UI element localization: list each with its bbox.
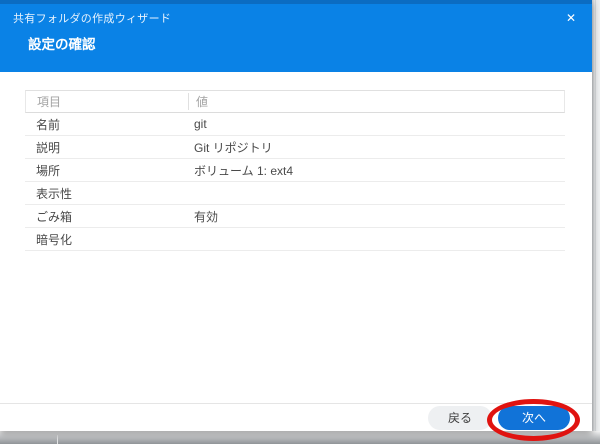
row-value: ボリューム 1: ext4 (194, 163, 293, 178)
table-row: 表示性 (25, 182, 565, 205)
table-row: 説明 Git リポジトリ (25, 136, 565, 159)
row-label: 表示性 (36, 186, 73, 201)
row-label: ごみ箱 (36, 209, 73, 224)
column-header-value: 値 (196, 95, 209, 109)
column-header-item: 項目 (26, 93, 189, 110)
row-label: 暗号化 (36, 232, 73, 247)
row-label: 名前 (36, 117, 61, 132)
step-title: 設定の確認 (28, 37, 96, 52)
close-icon[interactable]: ✕ (563, 10, 579, 26)
row-label: 場所 (36, 163, 61, 178)
dialog-title: 共有フォルダの作成ウィザード (13, 13, 172, 25)
table-row: 名前 git (25, 113, 565, 136)
background-page-right-edge (592, 0, 600, 444)
row-value: git (194, 117, 207, 131)
table-row: 場所 ボリューム 1: ext4 (25, 159, 565, 182)
back-button[interactable]: 戻る (428, 406, 492, 430)
table-row: ごみ箱 有効 (25, 205, 565, 228)
settings-summary-table: 項目 値 名前 git 説明 Git リポジトリ 場所 ボリューム 1: ext… (25, 90, 565, 251)
background-divider (595, 0, 596, 444)
shared-folder-wizard-dialog: 共有フォルダの作成ウィザード ✕ 設定の確認 項目 値 名前 git 説明 Gi… (0, 0, 592, 431)
row-label: 説明 (36, 140, 61, 155)
next-button[interactable]: 次へ (498, 406, 570, 430)
footer-divider (0, 403, 592, 404)
table-header-row: 項目 値 (25, 90, 565, 113)
table-row: 暗号化 (25, 228, 565, 251)
row-value: 有効 (194, 209, 219, 224)
background-divider (57, 435, 58, 444)
dialog-header: 共有フォルダの作成ウィザード ✕ 設定の確認 (0, 4, 592, 72)
row-value: Git リポジトリ (194, 140, 273, 155)
background-page-bottom-edge (0, 431, 600, 444)
